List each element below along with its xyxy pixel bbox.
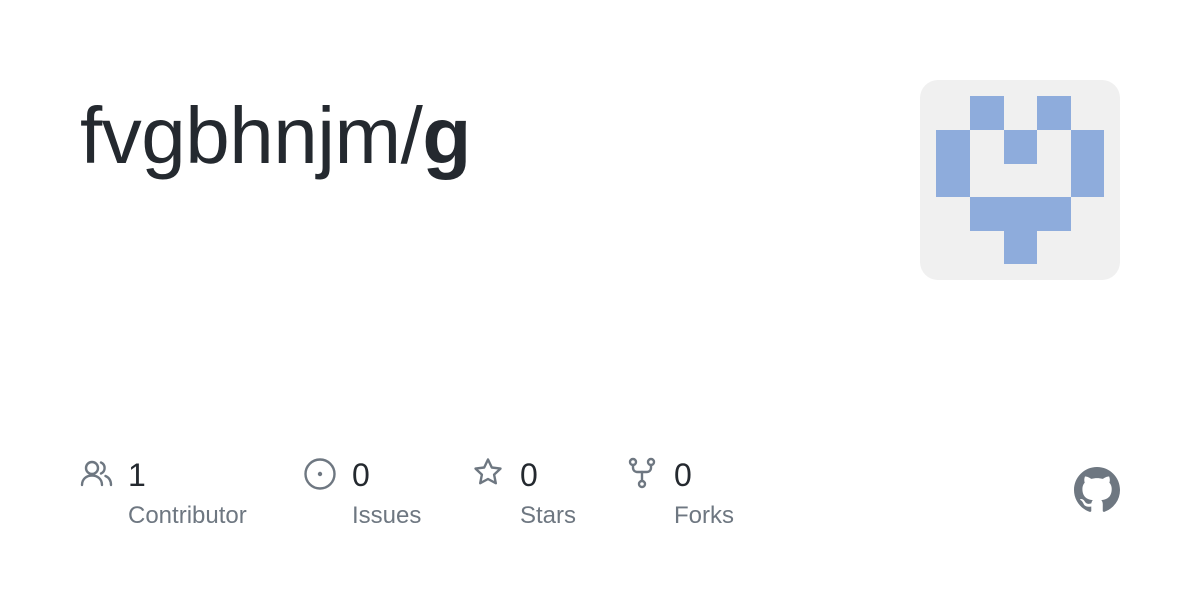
repo-owner: fvgbhnjm/ bbox=[80, 91, 423, 180]
forks-label: Forks bbox=[674, 502, 734, 529]
issue-icon bbox=[304, 456, 338, 490]
issues-count: 0 bbox=[352, 457, 370, 493]
stat-stars[interactable]: 0 Stars bbox=[472, 456, 602, 536]
people-icon bbox=[80, 456, 114, 490]
identicon-icon bbox=[936, 96, 1104, 264]
contributors-label: Contributor bbox=[128, 502, 247, 529]
fork-icon bbox=[626, 456, 660, 490]
stars-label: Stars bbox=[520, 502, 577, 529]
owner-avatar bbox=[920, 80, 1120, 280]
stat-issues[interactable]: 0 Issues bbox=[304, 456, 444, 536]
repo-title: fvgbhnjm/g bbox=[80, 88, 471, 184]
contributors-count: 1 bbox=[128, 457, 146, 493]
issues-label: Issues bbox=[352, 502, 422, 529]
github-mark-icon bbox=[1074, 467, 1120, 513]
forks-count: 0 bbox=[674, 457, 692, 493]
star-icon bbox=[472, 456, 506, 490]
repo-name: g bbox=[422, 91, 471, 180]
stat-contributors[interactable]: 1 Contributor bbox=[80, 456, 280, 536]
stars-count: 0 bbox=[520, 457, 538, 493]
stat-forks[interactable]: 0 Forks bbox=[626, 456, 756, 536]
